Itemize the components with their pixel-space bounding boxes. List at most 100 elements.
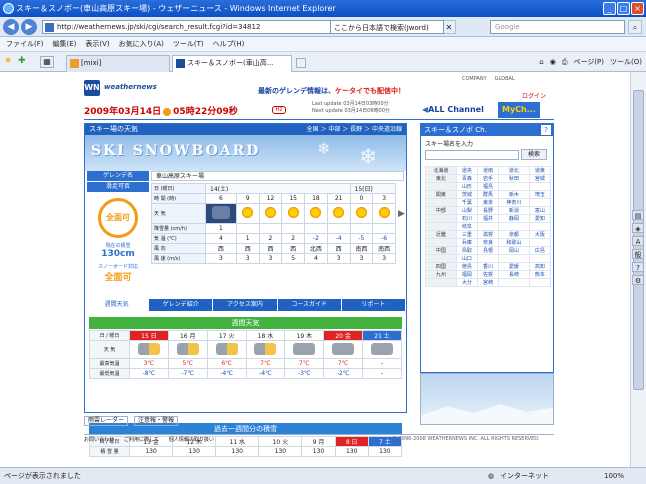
prefecture-link[interactable]: 栃木 <box>498 190 530 199</box>
prefecture-link[interactable]: 徳島 <box>455 262 478 271</box>
prefecture-link[interactable]: 広島 <box>528 246 552 255</box>
maximize-button[interactable]: □ <box>617 2 630 15</box>
side-tool-icon[interactable]: 般 <box>632 249 644 259</box>
prefecture-link[interactable]: 山口 <box>455 254 478 263</box>
prefecture-link[interactable]: 熊本 <box>528 270 552 279</box>
prefecture-link[interactable]: 三重 <box>455 230 478 239</box>
breadcrumb[interactable]: 全国 ＞ 中部 ＞ 長野 ＞ 中央道沿線 <box>307 124 402 135</box>
prefecture-link[interactable]: 鳥取 <box>455 246 478 255</box>
prefecture-link[interactable]: 佐賀 <box>476 270 500 279</box>
prefecture-link[interactable]: 岡山 <box>498 246 530 255</box>
stop-icon[interactable]: ✕ <box>442 20 456 34</box>
close-button[interactable]: × <box>631 2 644 15</box>
prefecture-link[interactable]: 島根 <box>476 246 500 255</box>
tab-access[interactable]: アクセス案内 <box>213 299 278 311</box>
new-tab-button[interactable] <box>296 58 306 68</box>
prefecture-link[interactable]: 山梨 <box>455 206 478 215</box>
prefecture-link[interactable]: 青森 <box>455 174 478 183</box>
rain-radar-link[interactable]: 雨雲レーダー <box>84 416 129 426</box>
prefecture-link[interactable]: 石川 <box>455 214 478 223</box>
resort-search-button[interactable]: 検索 <box>521 149 547 160</box>
prefecture-link[interactable]: 富山 <box>528 206 552 215</box>
prefecture-link[interactable]: 長崎 <box>498 270 530 279</box>
forward-button[interactable]: ▶ <box>21 19 37 35</box>
prefecture-link[interactable]: 岩手 <box>476 174 500 183</box>
privacy-link[interactable]: 個人情報の取り扱い <box>169 435 214 444</box>
prefecture-link[interactable]: 茨城 <box>455 190 478 199</box>
prefecture-link[interactable]: 福井 <box>476 214 500 223</box>
global-link[interactable]: GLOBAL <box>495 76 515 82</box>
tab-weekly[interactable]: 週間天気 <box>85 299 150 311</box>
menu-favorites[interactable]: お気に入り(A) <box>119 37 164 51</box>
prefecture-link[interactable]: 静岡 <box>498 214 530 223</box>
login-link[interactable]: ログイン <box>522 91 546 100</box>
side-tool-icon[interactable]: ⚙ <box>632 275 644 285</box>
search-icon[interactable]: ⌕ <box>628 20 642 34</box>
zoom-level[interactable]: 100% <box>604 468 624 484</box>
jword-search-input[interactable]: ここから日本語で検索(Jword) <box>330 20 444 34</box>
mych-button[interactable]: MyCh... <box>498 102 540 118</box>
home-icon[interactable]: ⌂ <box>539 55 543 69</box>
back-button[interactable]: ◀ <box>3 19 19 35</box>
prefecture-link[interactable]: 道東 <box>528 166 552 175</box>
prefecture-link[interactable]: 宮城 <box>528 174 552 183</box>
prefecture-link[interactable]: 大分 <box>455 278 478 287</box>
help-button[interactable]: ? <box>541 125 551 135</box>
prefecture-link[interactable]: 福岡 <box>455 270 478 279</box>
favorites-star-icon[interactable]: ★ <box>4 56 12 66</box>
tab-gelande[interactable]: ゲレンデ紹介 <box>149 299 214 311</box>
prefecture-link[interactable]: 宮崎 <box>476 278 500 287</box>
menu-edit[interactable]: 編集(E) <box>53 37 77 51</box>
prefecture-link[interactable]: 群馬 <box>476 190 500 199</box>
terms-link[interactable]: ご利用に際して <box>124 435 159 444</box>
side-tool-icon[interactable]: A <box>632 236 644 246</box>
prefecture-link[interactable]: 奈良 <box>476 238 500 247</box>
prefecture-link[interactable]: 東京 <box>476 198 500 207</box>
tab-report[interactable]: リポート <box>342 299 407 311</box>
prefecture-link[interactable]: 神奈川 <box>498 198 530 207</box>
quick-tabs-icon[interactable]: ▦ <box>40 56 54 68</box>
prefecture-link[interactable]: 山形 <box>455 182 478 191</box>
prefecture-link[interactable]: 長野 <box>476 206 500 215</box>
resort-search-input[interactable] <box>425 150 519 160</box>
prefecture-link[interactable]: 埼玉 <box>528 190 552 199</box>
minimize-button[interactable]: _ <box>603 2 616 15</box>
promo-text[interactable]: 最新のゲレンデ情報は、ケータイでも配信中！ <box>258 86 405 96</box>
prefecture-link[interactable]: 滋賀 <box>476 230 500 239</box>
prefecture-link[interactable]: 新潟 <box>498 206 530 215</box>
prefecture-link[interactable]: 和歌山 <box>498 238 530 247</box>
prefecture-link[interactable]: 大阪 <box>528 230 552 239</box>
menu-tools[interactable]: ツール(T) <box>173 37 204 51</box>
prefecture-link[interactable]: 高知 <box>528 262 552 271</box>
menu-view[interactable]: 表示(V) <box>85 37 109 51</box>
prefecture-link[interactable]: 岐阜 <box>455 222 478 231</box>
h2-badge[interactable]: H2 <box>272 106 286 114</box>
add-favorite-icon[interactable]: ✚ <box>18 56 26 66</box>
print-icon[interactable]: ⎙ <box>562 55 568 69</box>
prefecture-link[interactable]: 道南 <box>476 166 500 175</box>
weathernews-logo[interactable]: WN <box>84 80 100 96</box>
warnings-link[interactable]: 注意報・警報 <box>134 416 179 426</box>
tools-menu[interactable]: ツール(O) <box>610 55 642 69</box>
tab-weathernews[interactable]: スキー＆スノボー(車山高... <box>172 55 292 72</box>
prefecture-link[interactable]: 兵庫 <box>455 238 478 247</box>
side-tool-icon[interactable]: ◈ <box>632 223 644 233</box>
contact-link[interactable]: お問い合わせ <box>84 435 114 444</box>
prefecture-link[interactable]: 福島 <box>476 182 500 191</box>
prefecture-link[interactable]: 愛媛 <box>498 262 530 271</box>
side-tool-icon[interactable]: ▤ <box>632 210 644 220</box>
page-menu[interactable]: ページ(P) <box>573 55 604 69</box>
prefecture-link[interactable]: 道央 <box>455 166 478 175</box>
prefecture-link[interactable]: 千葉 <box>455 198 478 207</box>
tab-mixi[interactable]: [mixi] <box>66 55 170 72</box>
company-link[interactable]: COMPANY <box>462 76 487 82</box>
search-input[interactable]: Google <box>490 20 625 34</box>
prefecture-link[interactable]: 愛知 <box>528 214 552 223</box>
prefecture-link[interactable]: 京都 <box>498 230 530 239</box>
next-arrow-icon[interactable]: ▶ <box>398 209 405 219</box>
side-tool-icon[interactable]: ? <box>632 262 644 272</box>
all-channel-button[interactable]: ◀ALL Channel <box>420 102 498 118</box>
prefecture-link[interactable]: 秋田 <box>498 174 530 183</box>
menu-file[interactable]: ファイル(F) <box>6 37 44 51</box>
feeds-icon[interactable]: ◉ <box>550 55 556 69</box>
